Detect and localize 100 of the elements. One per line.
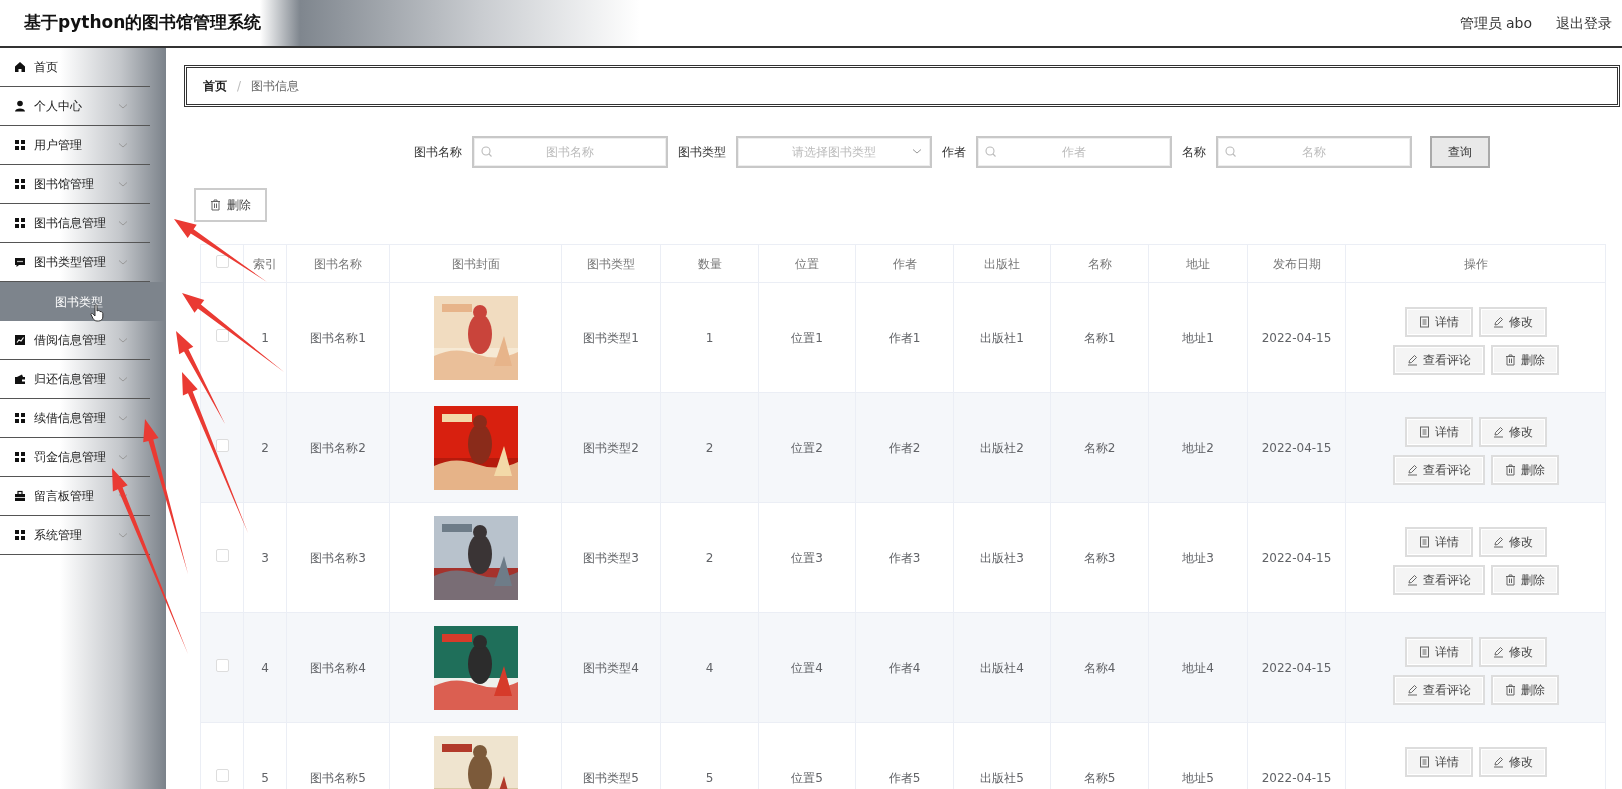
table-cell: 图书类型2 — [561, 392, 661, 503]
menu-item[interactable]: 首页 — [0, 48, 150, 87]
chevron-icon — [118, 141, 128, 149]
logout-link[interactable]: 退出登录 — [1556, 12, 1612, 34]
column-header: 图书名称 — [286, 244, 390, 283]
delete-button[interactable]: 删除 — [194, 188, 267, 222]
table-cell: 2022-04-15 — [1247, 612, 1346, 723]
action-button[interactable]: 删除 — [1490, 455, 1559, 485]
action-button[interactable]: 修改 — [1478, 417, 1547, 447]
column-header: 作者 — [855, 244, 954, 283]
input-field[interactable]: 图书名称 — [472, 136, 668, 168]
table-cell: 名称3 — [1050, 502, 1149, 613]
chevron-icon — [118, 336, 128, 344]
action-button[interactable]: 详情 — [1404, 527, 1473, 557]
table-cell: 作者1 — [855, 282, 954, 393]
chevron-icon — [118, 258, 128, 266]
user-name: 管理员 abo — [1459, 13, 1532, 33]
field-label: 名称 — [1182, 144, 1206, 161]
action-button[interactable]: 查看评论 — [1392, 345, 1485, 375]
search-button[interactable]: 查询 — [1430, 136, 1490, 168]
column-header: 图书封面 — [389, 244, 562, 283]
action-button[interactable]: 查看评论 — [1392, 565, 1485, 595]
action-button[interactable]: 查看评论 — [1392, 455, 1485, 485]
breadcrumb-link[interactable]: 首页 — [203, 77, 227, 95]
chat-icon — [14, 256, 26, 268]
input-field[interactable]: 名称 — [1216, 136, 1412, 168]
table-cell: 2 — [243, 392, 287, 503]
action-button[interactable]: 修改 — [1478, 637, 1547, 667]
column-header: 出版社 — [953, 244, 1051, 283]
checkbox[interactable] — [215, 548, 229, 562]
table-cell: 图书类型4 — [561, 612, 661, 723]
trash-icon — [1504, 464, 1516, 476]
menu-item[interactable]: 个人中心 — [0, 87, 150, 126]
table-cell: 地址1 — [1148, 282, 1248, 393]
checkbox[interactable] — [215, 328, 229, 342]
edit-icon — [1492, 426, 1504, 438]
table-cell: 位置2 — [758, 392, 856, 503]
table-cell: 地址2 — [1148, 392, 1248, 503]
table-cell: 图书名称2 — [286, 392, 390, 503]
action-button[interactable]: 删除 — [1490, 675, 1559, 705]
document-icon — [1418, 646, 1430, 658]
select-field[interactable]: 请选择图书类型 — [736, 136, 932, 168]
menu-item[interactable]: 用户管理 — [0, 126, 150, 165]
action-button[interactable]: 修改 — [1478, 527, 1547, 557]
table-cell: 作者3 — [855, 502, 954, 613]
column-header: 图书类型 — [561, 244, 661, 283]
table-cell: 4 — [243, 612, 287, 723]
trash-icon — [1504, 574, 1516, 586]
table-cell: 位置1 — [758, 282, 856, 393]
search-icon — [985, 146, 996, 157]
menu-item[interactable]: 归还信息管理 — [0, 360, 150, 399]
table-cell: 位置4 — [758, 612, 856, 723]
trash-icon — [210, 199, 221, 211]
search-icon — [1225, 146, 1236, 157]
edit-icon — [1406, 354, 1418, 366]
action-button[interactable]: 详情 — [1404, 307, 1473, 337]
checkbox[interactable] — [215, 768, 229, 782]
checkbox[interactable] — [215, 658, 229, 672]
chevron-icon — [118, 453, 128, 461]
menu-item[interactable]: 借阅信息管理 — [0, 321, 150, 360]
action-button[interactable]: 修改 — [1478, 307, 1547, 337]
action-button[interactable]: 详情 — [1404, 747, 1473, 777]
document-icon — [1418, 426, 1430, 438]
edit-icon — [1492, 316, 1504, 328]
action-button[interactable]: 修改 — [1478, 747, 1547, 777]
column-header: 发布日期 — [1247, 244, 1346, 283]
menu-item[interactable]: 图书信息管理 — [0, 204, 150, 243]
table-cell: 名称2 — [1050, 392, 1149, 503]
table-cell: 作者4 — [855, 612, 954, 723]
trash-icon — [1504, 354, 1516, 366]
chevron-icon — [118, 531, 128, 539]
table-cell: 名称1 — [1050, 282, 1149, 393]
action-button[interactable]: 删除 — [1490, 345, 1559, 375]
table-cell: 地址3 — [1148, 502, 1248, 613]
grid-icon — [14, 451, 26, 463]
action-button[interactable]: 详情 — [1404, 417, 1473, 447]
table-cell: 2022-04-15 — [1247, 282, 1346, 393]
table-cell: 地址4 — [1148, 612, 1248, 723]
menu-item[interactable]: 图书馆管理 — [0, 165, 150, 204]
table-cell: 出版社4 — [953, 612, 1051, 723]
edit-icon — [1406, 684, 1418, 696]
field-label: 图书名称 — [414, 144, 462, 161]
table-cell: 作者2 — [855, 392, 954, 503]
breadcrumb-current: 图书信息 — [251, 78, 300, 95]
input-field[interactable]: 作者 — [976, 136, 1172, 168]
edit-icon — [1492, 756, 1504, 768]
checkbox[interactable] — [215, 254, 229, 268]
chevron-icon — [912, 148, 922, 155]
document-icon — [1418, 756, 1430, 768]
column-header: 地址 — [1148, 244, 1248, 283]
action-button[interactable]: 删除 — [1490, 565, 1559, 595]
checkbox[interactable] — [215, 438, 229, 452]
chevron-icon — [118, 180, 128, 188]
grid-icon — [14, 217, 26, 229]
action-button[interactable]: 查看评论 — [1392, 675, 1485, 705]
action-button[interactable]: 详情 — [1404, 637, 1473, 667]
chevron-icon — [118, 219, 128, 227]
table-cell: 图书名称3 — [286, 502, 390, 613]
table-cell: 2022-04-15 — [1247, 392, 1346, 503]
field-label: 作者 — [942, 144, 966, 161]
